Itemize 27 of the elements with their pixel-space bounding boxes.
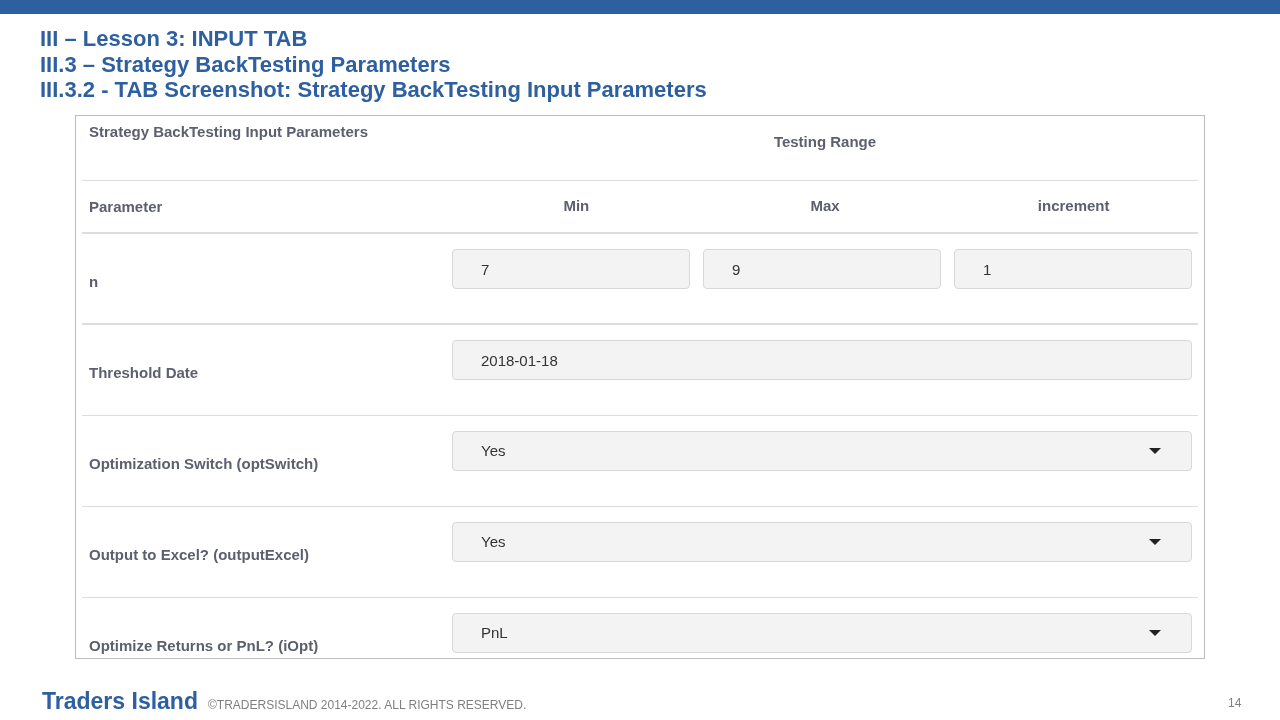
caret-icon	[1149, 448, 1161, 454]
parameter-label: Output to Excel? (outputExcel)	[89, 546, 309, 563]
input-field[interactable]: 9	[703, 249, 941, 289]
table-title: Strategy BackTesting Input Parameters	[89, 122, 369, 142]
copyright-text: ©TRADERSISLAND 2014-2022. ALL RIGHTS RESERVED.	[207, 697, 527, 714]
dropdown[interactable]: PnL	[452, 613, 1192, 653]
parameter-label: Optimization Switch (optSwitch)	[89, 455, 319, 472]
column-heading: Min	[563, 196, 590, 217]
column-heading: Max	[810, 196, 840, 217]
caret-icon	[1149, 539, 1161, 545]
page-number: 14	[1228, 695, 1242, 712]
parameter-label: Optimize Returns or PnL? (iOpt)	[89, 637, 319, 654]
slide-heading: III – Lesson 3: INPUT TAB	[40, 26, 309, 52]
brand-name: Traders Island	[42, 687, 198, 716]
column-heading: Testing Range	[773, 132, 877, 152]
input-field[interactable]: 1	[954, 249, 1192, 289]
parameter-label: n	[89, 273, 99, 290]
slide-heading: III.3 – Strategy BackTesting Parameters	[40, 51, 452, 77]
dropdown[interactable]: Yes	[452, 431, 1192, 471]
caret-icon	[1149, 630, 1161, 636]
dropdown[interactable]: Yes	[452, 522, 1192, 562]
column-heading: increment	[1037, 196, 1110, 217]
slide-heading: III.3.2 - TAB Screenshot: Strategy BackTesting Input Parameters	[40, 77, 708, 103]
parameter-label: Threshold Date	[89, 364, 199, 381]
column-heading: Parameter	[89, 197, 163, 215]
input-field[interactable]: 7	[452, 249, 690, 289]
input-field[interactable]: 2018-01-18	[452, 340, 1192, 380]
